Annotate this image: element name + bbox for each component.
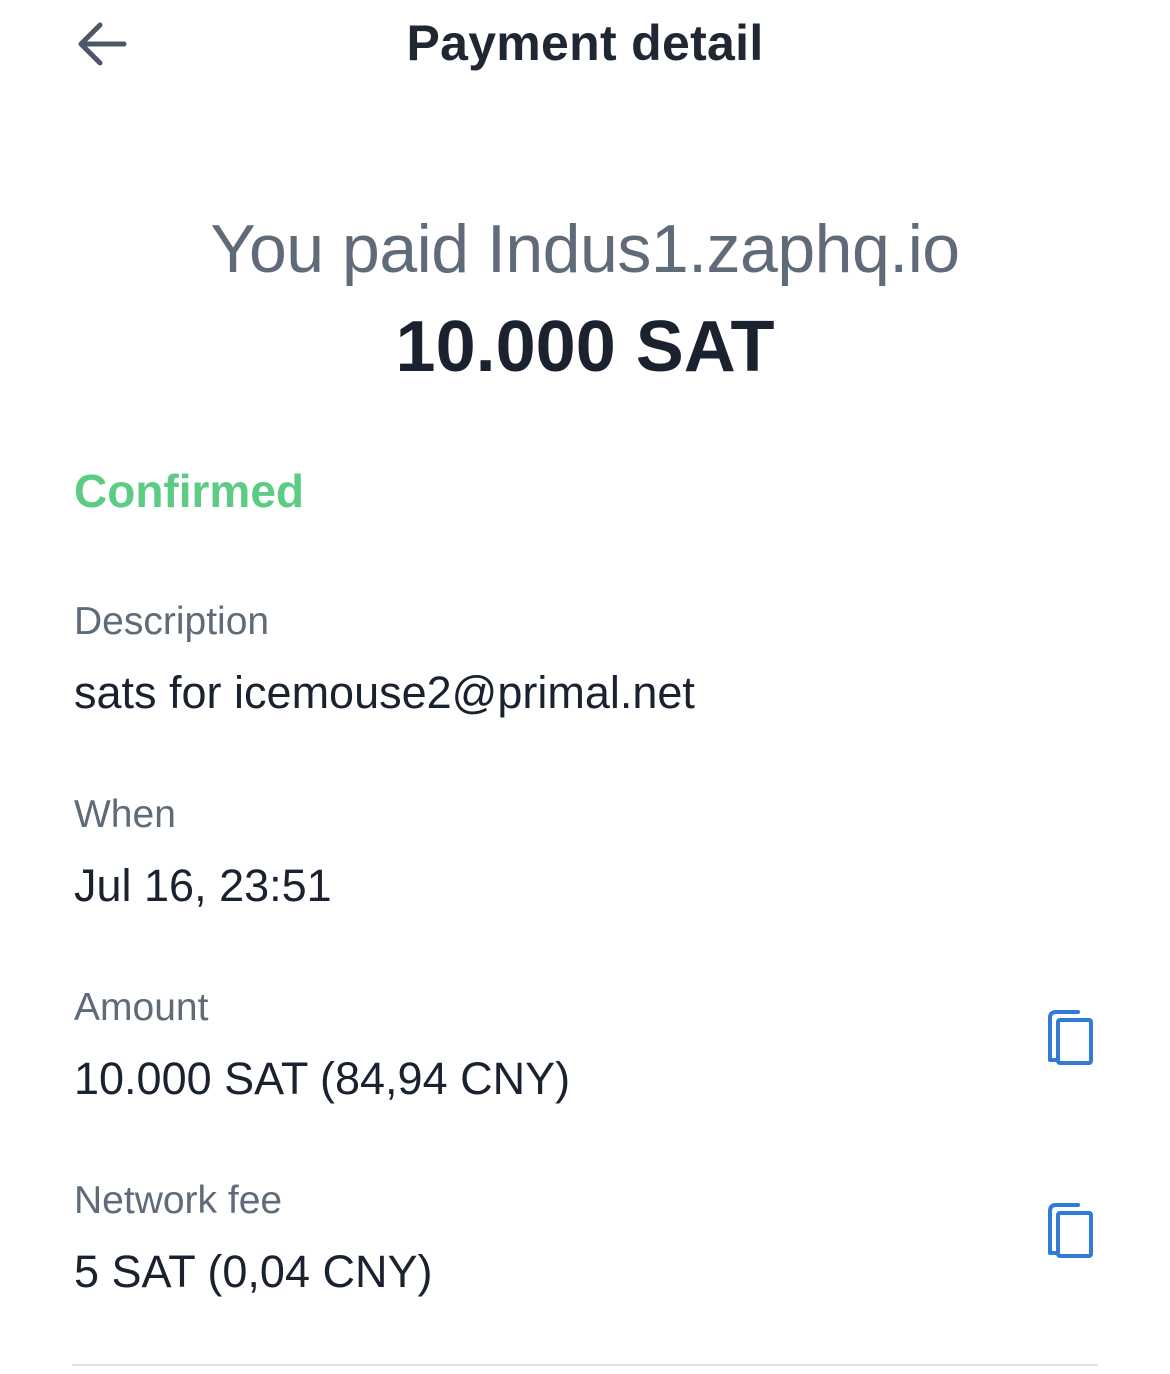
payment-summary-text: You paid Indus1.zaphq.io [210, 211, 960, 287]
copy-amount-button[interactable] [1042, 1006, 1098, 1070]
copy-icon [1048, 1203, 1093, 1258]
description-field: Description sats for icemouse2@primal.ne… [74, 598, 1098, 720]
amount-field: Amount 10.000 SAT (84,94 CNY) [74, 984, 1098, 1106]
copy-icon [1048, 1010, 1093, 1065]
page-title: Payment detail [406, 15, 764, 71]
when-field: When Jul 16, 23:51 [74, 791, 1098, 913]
description-label: Description [74, 600, 270, 643]
copy-network-fee-button[interactable] [1042, 1199, 1098, 1263]
when-value: Jul 16, 23:51 [74, 860, 332, 911]
amount-value: 10.000 SAT (84,94 CNY) [74, 1053, 571, 1104]
network-fee-label: Network fee [74, 1179, 283, 1222]
network-fee-field: Network fee 5 SAT (0,04 CNY) [74, 1177, 1098, 1299]
divider [72, 1364, 1098, 1366]
network-fee-value: 5 SAT (0,04 CNY) [74, 1246, 433, 1297]
payment-amount: 10.000 SAT [395, 307, 775, 387]
amount-label: Amount [74, 986, 209, 1029]
description-value: sats for icemouse2@primal.net [74, 667, 695, 718]
status-badge: Confirmed [74, 465, 304, 517]
app-header: Payment detail [0, 0, 1170, 90]
when-label: When [74, 793, 176, 836]
